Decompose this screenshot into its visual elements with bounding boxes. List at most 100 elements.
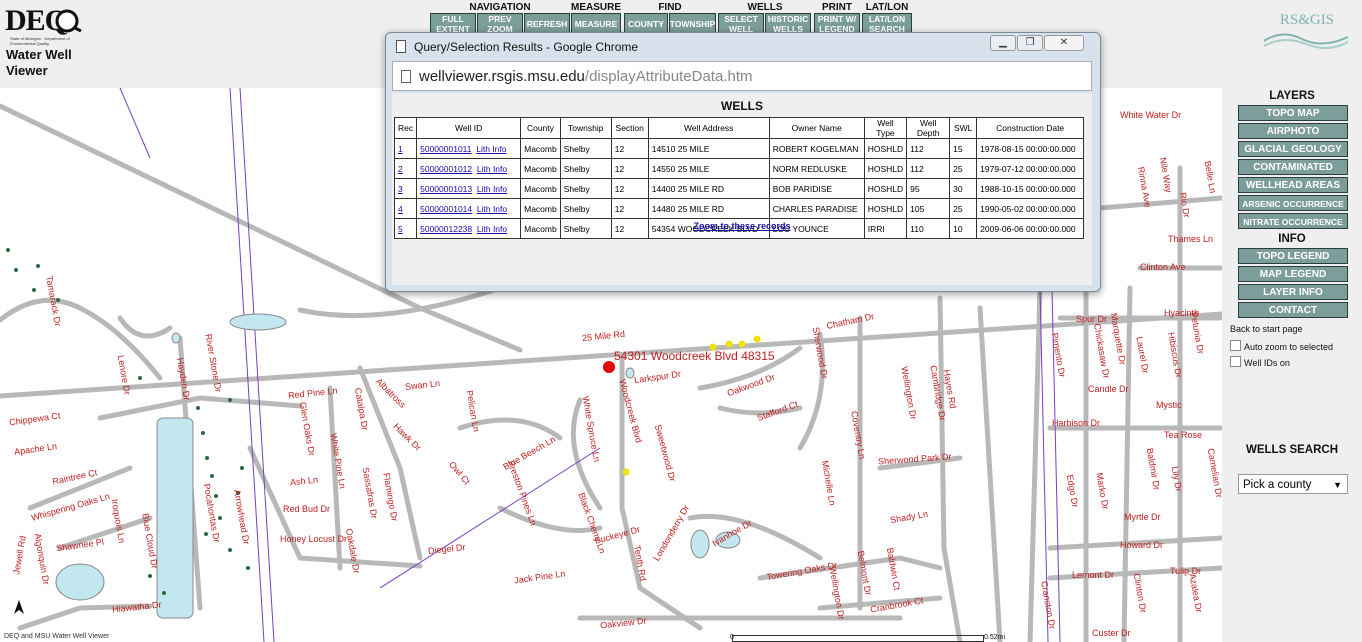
layer-nitrate-button[interactable]: NITRATE OCCURRENCE xyxy=(1238,213,1348,229)
township-cell: Shelby xyxy=(559,178,612,199)
column-header: County xyxy=(520,117,561,139)
toolbar-group-navigation: NAVIGATION xyxy=(430,2,570,13)
owner-cell: NORM REDLUSKE xyxy=(768,158,865,179)
column-header: Rec xyxy=(393,117,418,139)
wells-search-title: WELLS SEARCH xyxy=(1246,444,1338,456)
township-cell: Shelby xyxy=(559,198,612,219)
well-id-link[interactable]: 50000001012 xyxy=(420,164,472,174)
type-cell: HOSHLD xyxy=(863,198,908,219)
table-row: 4 50000001014 Lith Info Macomb Shelby 12… xyxy=(393,198,1085,219)
well-id-link[interactable]: 50000001013 xyxy=(420,184,472,194)
column-header: Well Depth xyxy=(906,117,951,139)
road-label: Thames Ln xyxy=(1168,234,1214,244)
contact-button[interactable]: CONTACT xyxy=(1238,302,1348,318)
map-legend-button[interactable]: MAP LEGEND xyxy=(1238,266,1348,282)
county-select-value: Pick a county xyxy=(1243,479,1312,491)
layer-info-button[interactable]: LAYER INFO xyxy=(1238,284,1348,300)
county-cell: Macomb xyxy=(520,158,561,179)
layer-contaminated-sites-button[interactable]: CONTAMINATED SITES xyxy=(1238,159,1348,189)
topo-legend-button[interactable]: TOPO LEGEND xyxy=(1238,248,1348,264)
page-icon xyxy=(401,70,411,83)
column-header: Well Type xyxy=(863,117,908,139)
record-link[interactable]: 3 xyxy=(398,184,403,194)
window-titlebar[interactable]: Query/Selection Results - Google Chrome … xyxy=(386,33,1100,58)
lith-info-link[interactable]: Lith Info xyxy=(476,144,506,154)
layer-arsenic-button[interactable]: ARSENIC OCCURRENCE xyxy=(1238,195,1348,211)
road-label: Lemont Dr xyxy=(1072,570,1115,580)
address-cell: 14480 25 MILE RD xyxy=(647,198,770,219)
depth-cell: 112 xyxy=(906,158,951,179)
map-address-label: 54301 Woodcreek Blvd 48315 xyxy=(614,349,775,363)
well-ids-option[interactable]: Well IDs on xyxy=(1230,356,1290,368)
deq-logo-sub: State of Michigan · Department of Enviro… xyxy=(10,36,70,46)
layers-title: LAYERS xyxy=(1269,90,1315,102)
owner-cell: CHARLES PARADISE xyxy=(768,198,865,219)
road-label: Harbison Dr xyxy=(1052,418,1101,428)
auto-zoom-checkbox[interactable] xyxy=(1230,340,1241,351)
table-row: 2 50000001012 Lith Info Macomb Shelby 12… xyxy=(393,158,1085,179)
toolbar-group-title: MEASURE xyxy=(570,2,621,13)
depth-cell: 95 xyxy=(906,178,951,199)
depth-cell: 112 xyxy=(906,138,951,159)
toolbar-group-title: PRINT xyxy=(822,2,852,13)
section-cell: 12 xyxy=(610,138,649,159)
toolbar-group-print: PRINT xyxy=(814,2,860,13)
type-cell: HOSHLD xyxy=(863,178,908,199)
well-id-link[interactable]: 50000001014 xyxy=(420,204,472,214)
swl-cell: 25 xyxy=(949,198,978,219)
column-header: Construction Date xyxy=(976,117,1085,139)
layer-wellhead-areas-button[interactable]: WELLHEAD AREAS xyxy=(1238,177,1348,193)
toolbar-group-latlon: LAT/LON xyxy=(862,2,912,13)
swl-cell: 25 xyxy=(949,158,978,179)
well-id-link[interactable]: 50000001011 xyxy=(420,144,471,154)
road-label: White Water Dr xyxy=(1120,110,1182,120)
minimize-button[interactable]: ▁ xyxy=(990,35,1016,51)
rsgis-logo-text: RS&GIS xyxy=(1279,12,1335,28)
table-row: 3 50000001013 Lith Info Macomb Shelby 12… xyxy=(393,178,1085,199)
record-link[interactable]: 1 xyxy=(398,144,403,154)
layer-topo-map-button[interactable]: TOPO MAP xyxy=(1238,105,1348,121)
results-heading: WELLS xyxy=(721,99,763,113)
county-cell: Macomb xyxy=(520,138,561,159)
section-cell: 12 xyxy=(610,158,649,179)
date-cell: 1988-10-15 00:00:00.000 xyxy=(976,178,1085,199)
township-cell: Shelby xyxy=(559,138,612,159)
road-label: Clinton Ave xyxy=(1140,262,1186,272)
maximize-button[interactable]: ❐ xyxy=(1017,35,1043,51)
county-select[interactable]: Pick a county ▼ xyxy=(1238,474,1348,494)
road-label: Red Bud Dr xyxy=(283,504,331,514)
query-results-window: Query/Selection Results - Google Chrome … xyxy=(385,32,1101,292)
road-label: Mystic xyxy=(1156,400,1182,410)
address-bar[interactable]: wellviewer.rsgis.msu.edu/displayAttribut… xyxy=(392,61,1092,91)
toolbar-group-wells: WELLS xyxy=(718,2,812,13)
back-to-start-link[interactable]: Back to start page xyxy=(1230,324,1303,334)
record-link[interactable]: 2 xyxy=(398,164,403,174)
lith-info-link[interactable]: Lith Info xyxy=(477,184,507,194)
address-cell: 14550 25 MILE xyxy=(647,158,770,179)
layer-airphoto-button[interactable]: AIRPHOTO xyxy=(1238,123,1348,139)
well-ids-checkbox[interactable] xyxy=(1230,356,1241,367)
scale-start-label: 0 xyxy=(730,634,734,641)
rsgis-wave-icon xyxy=(1263,33,1349,49)
close-button[interactable]: ✕ xyxy=(1044,35,1084,51)
lith-info-link[interactable]: Lith Info xyxy=(477,164,507,174)
layer-glacial-geology-button[interactable]: GLACIAL GEOLOGY xyxy=(1238,141,1348,157)
auto-zoom-option[interactable]: Auto zoom to selected xyxy=(1230,340,1333,352)
swl-cell: 30 xyxy=(949,178,978,199)
right-panel: LAYERS TOPO MAP AIRPHOTO GLACIAL GEOLOGY… xyxy=(1222,88,1362,642)
record-link[interactable]: 4 xyxy=(398,204,403,214)
road-label: Candle Dr xyxy=(1088,384,1129,394)
info-title: INFO xyxy=(1278,233,1306,245)
toolbar-group-find: FIND xyxy=(624,2,716,13)
table-header-row: Rec Well ID County Township Section Well… xyxy=(393,117,1085,139)
toolbar-group-measure: MEASURE xyxy=(570,2,622,13)
county-cell: Macomb xyxy=(520,198,561,219)
date-cell: 1990-05-02 00:00:00.000 xyxy=(976,198,1085,219)
lith-info-link[interactable]: Lith Info xyxy=(477,204,507,214)
column-header: Township xyxy=(559,117,612,139)
url-host: wellviewer.rsgis.msu.edu xyxy=(419,68,585,85)
swl-cell: 15 xyxy=(949,138,978,159)
page-icon xyxy=(396,40,406,53)
zoom-to-records-link[interactable]: Zoom to these records xyxy=(392,221,1092,231)
column-header: Section xyxy=(610,117,649,139)
